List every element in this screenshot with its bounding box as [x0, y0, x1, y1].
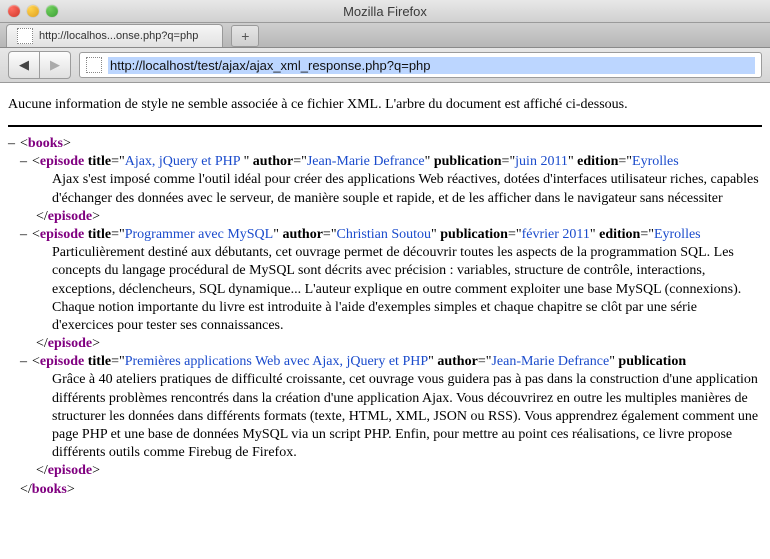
tab-bar: http://localhos...onse.php?q=php + — [0, 23, 770, 48]
xml-episode-close: </episode> — [8, 208, 762, 226]
xml-episode-open: – <episode title="Premières applications… — [8, 353, 762, 371]
xml-episode-text: Ajax s'est imposé comme l'outil idéal po… — [8, 171, 762, 207]
xml-episode-open: – <episode title="Programmer avec MySQL"… — [8, 226, 762, 244]
url-input[interactable] — [108, 57, 755, 74]
url-favicon-icon — [86, 57, 102, 73]
xml-episode-close: </episode> — [8, 462, 762, 480]
url-bar[interactable] — [79, 52, 762, 78]
tab-current[interactable]: http://localhos...onse.php?q=php — [6, 24, 223, 47]
back-button[interactable]: ◀ — [8, 51, 40, 79]
xml-notice: Aucune information de style ne semble as… — [8, 97, 762, 125]
forward-arrow-icon: ▶ — [50, 57, 60, 73]
window-title: Mozilla Firefox — [343, 4, 427, 19]
xml-episode-open: – <episode title="Ajax, jQuery et PHP " … — [8, 153, 762, 171]
xml-root-close: </books> — [8, 481, 762, 499]
close-icon[interactable] — [8, 5, 20, 17]
page-content: Aucune information de style ne semble as… — [0, 83, 770, 499]
titlebar: Mozilla Firefox — [0, 0, 770, 23]
plus-icon: + — [241, 29, 249, 43]
navigation-toolbar: ◀ ▶ — [0, 48, 770, 83]
forward-button[interactable]: ▶ — [40, 51, 71, 79]
zoom-icon[interactable] — [46, 5, 58, 17]
xml-tree: – <books> – <episode title="Ajax, jQuery… — [8, 135, 762, 499]
favicon-icon — [17, 28, 33, 44]
xml-episode-text: Grâce à 40 ateliers pratiques de difficu… — [8, 371, 762, 462]
xml-root-open: – <books> — [8, 135, 762, 153]
new-tab-button[interactable]: + — [231, 25, 259, 47]
xml-episode-text: Particulièrement destiné aux débutants, … — [8, 244, 762, 335]
back-arrow-icon: ◀ — [19, 57, 29, 73]
window-controls — [0, 5, 58, 17]
separator — [8, 125, 762, 127]
nav-buttons: ◀ ▶ — [8, 51, 71, 79]
tab-label: http://localhos...onse.php?q=php — [39, 30, 198, 42]
xml-episode-close: </episode> — [8, 335, 762, 353]
minimize-icon[interactable] — [27, 5, 39, 17]
